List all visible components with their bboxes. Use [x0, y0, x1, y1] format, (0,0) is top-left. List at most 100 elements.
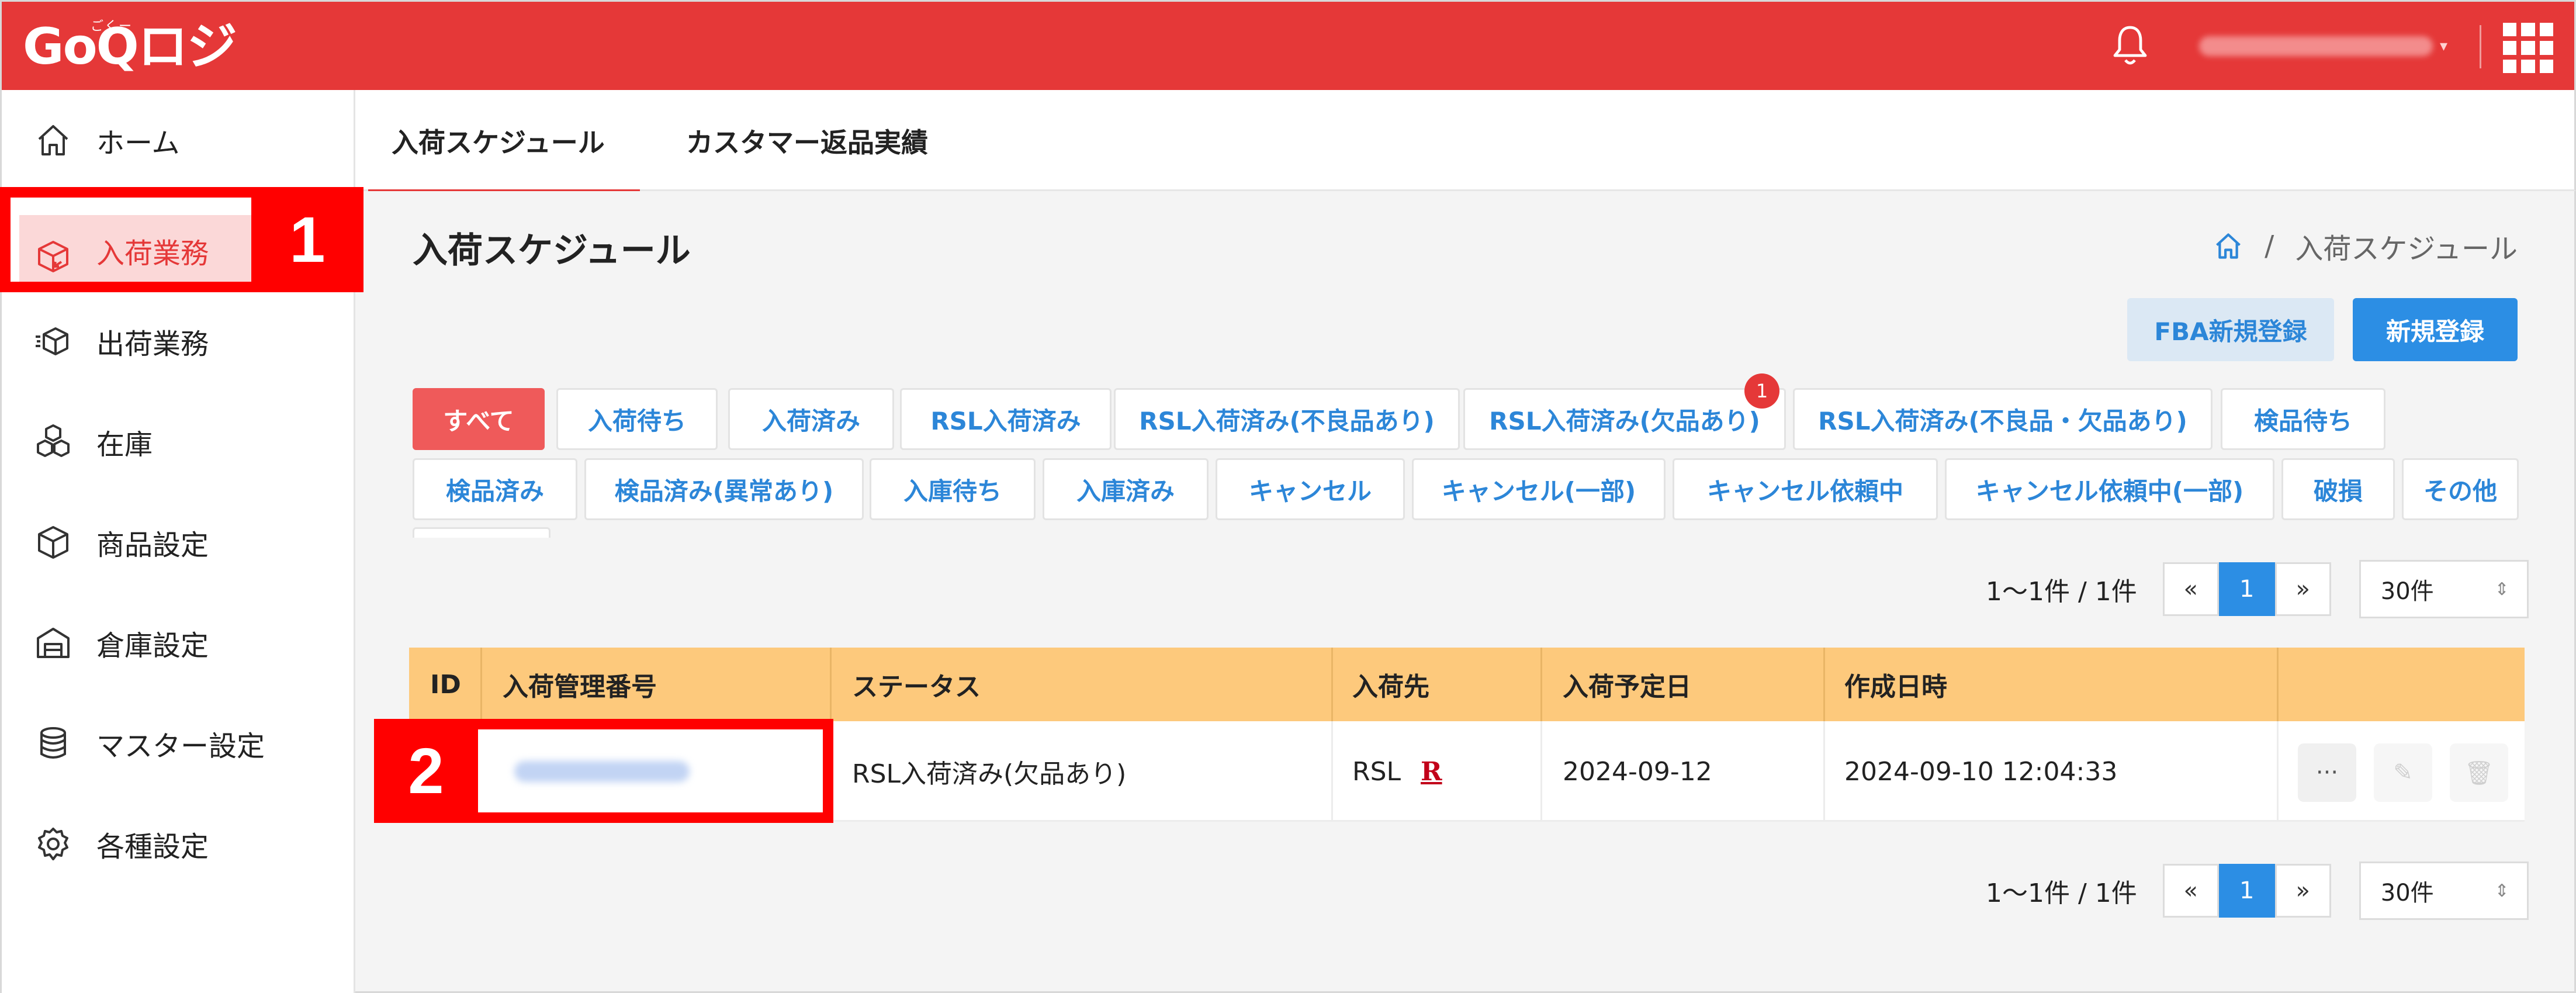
more-actions-button[interactable]: ···: [2298, 743, 2356, 802]
updown-icon: ⇕: [2494, 579, 2509, 600]
prev-page-button[interactable]: «: [2162, 864, 2219, 918]
filter-all[interactable]: すべて: [413, 388, 545, 450]
bell-icon[interactable]: [2111, 24, 2149, 68]
sidebar-item-label: マスター設定: [96, 730, 265, 763]
prev-page-button[interactable]: «: [2162, 562, 2219, 616]
sidebar-item-stock[interactable]: 在庫: [2, 392, 355, 492]
col-id: ID: [430, 669, 461, 700]
trash-icon[interactable]: 🗑: [2450, 743, 2508, 802]
per-page-value: 30件: [2380, 880, 2434, 906]
sidebar-item-outbound[interactable]: 出荷業務: [2, 291, 355, 392]
next-page-button[interactable]: »: [2274, 562, 2331, 616]
callout-number-1: 1: [251, 187, 363, 292]
page-title: 入荷スケジュール: [413, 230, 691, 271]
user-menu[interactable]: ▾: [2199, 32, 2456, 60]
status-cell: RSL入荷済み(欠品あり): [852, 759, 1127, 789]
cell-sep: [1540, 721, 1542, 822]
col-sep: [1823, 648, 1825, 721]
goq-logo[interactable]: ごくー GoQロジ: [23, 15, 237, 79]
per-page-select[interactable]: 30件 ⇕: [2359, 861, 2529, 920]
col-sep: [2277, 648, 2279, 721]
outbound-box-icon: [36, 327, 68, 355]
sidebar-item-warehouse-settings[interactable]: 倉庫設定: [2, 593, 355, 693]
per-page-select[interactable]: 30件 ⇕: [2359, 560, 2529, 618]
filter-awaiting-arrival[interactable]: 入荷待ち: [556, 388, 718, 450]
page-1-button[interactable]: 1: [2218, 864, 2275, 918]
grid-apps-icon[interactable]: [2503, 23, 2553, 73]
user-name-blurred: [2199, 36, 2433, 56]
count-badge: 1: [1744, 373, 1779, 409]
sidebar-item-label: ホーム: [96, 127, 180, 160]
home-icon: [38, 125, 68, 155]
filter-cancel-requested-partial[interactable]: キャンセル依頼中(一部): [1945, 458, 2274, 520]
filter-awaiting-inspection[interactable]: 検品待ち: [2221, 388, 2385, 450]
col-created-at: 作成日時: [1844, 672, 1947, 702]
col-scheduled-date: 入荷予定日: [1563, 672, 1691, 702]
col-sep: [830, 648, 832, 721]
cube-icon: [38, 526, 68, 559]
filter-damaged[interactable]: 破損: [2281, 458, 2395, 520]
filter-inspected[interactable]: 検品済み: [413, 458, 577, 520]
rakuten-logo-icon: R: [1421, 756, 1442, 787]
warehouse-icon: [37, 628, 70, 658]
sidebar-item-label: 各種設定: [96, 831, 209, 863]
updown-icon: ⇕: [2494, 880, 2509, 901]
col-sep: [480, 648, 482, 721]
pagination-bottom: 1〜1件 / 1件 « 1 » 30件 ⇕: [1986, 861, 2529, 920]
destination-cell: RSL R: [1352, 721, 1442, 822]
sidebar-item-home[interactable]: ホーム: [2, 90, 355, 191]
tab-customer-returns[interactable]: カスタマー返品実績: [686, 90, 928, 191]
col-inbound-no: 入荷管理番号: [503, 672, 657, 702]
result-count: 1〜1件 / 1件: [1986, 577, 2137, 607]
filter-cancel-requested[interactable]: キャンセル依頼中: [1673, 458, 1938, 520]
filter-inspected-abnormal[interactable]: 検品済み(異常あり): [584, 458, 864, 520]
header-divider: [2480, 25, 2481, 68]
sidebar-item-master-settings[interactable]: マスター設定: [2, 693, 355, 794]
filter-rsl-missing[interactable]: RSL入荷済み(欠品あり) 1: [1463, 373, 1786, 450]
chevron-down-icon: ▾: [2440, 37, 2448, 55]
sidebar-item-product-settings[interactable]: 商品設定: [2, 492, 355, 593]
new-button[interactable]: 新規登録: [2353, 298, 2518, 361]
filter-other[interactable]: その他: [2402, 458, 2519, 520]
next-page-button[interactable]: »: [2274, 864, 2331, 918]
col-destination: 入荷先: [1352, 672, 1429, 702]
scheduled-date-cell: 2024-09-12: [1563, 756, 1712, 787]
breadcrumb: / 入荷スケジュール: [2213, 226, 2518, 267]
filter-arrived[interactable]: 入荷済み: [728, 388, 894, 450]
page-tabs: 入荷スケジュール カスタマー返品実績: [355, 90, 2576, 193]
filter-rsl-arrived[interactable]: RSL入荷済み: [900, 388, 1112, 450]
cell-sep: [2277, 721, 2279, 822]
filter-rsl-defective-missing[interactable]: RSL入荷済み(不良品・欠品あり): [1793, 388, 2213, 450]
stock-cubes-icon: [37, 424, 70, 457]
filter-awaiting-storage[interactable]: 入庫待ち: [870, 458, 1036, 520]
filter-label: RSL入荷済み(欠品あり): [1489, 406, 1760, 435]
logo-ruby: ごくー: [91, 19, 133, 34]
table-header: ID 入荷管理番号 ステータス 入荷先 入荷予定日 作成日時: [409, 648, 2525, 721]
page-1-button[interactable]: 1: [2218, 562, 2275, 616]
sidebar-item-label: 倉庫設定: [96, 629, 209, 662]
home-icon[interactable]: [2213, 231, 2243, 261]
result-count: 1〜1件 / 1件: [1986, 878, 2137, 908]
cell-sep: [1331, 721, 1333, 822]
tab-inbound-schedule[interactable]: 入荷スケジュール: [368, 90, 640, 193]
sidebar-item-label: 商品設定: [96, 529, 209, 562]
sidebar-item-label: 出荷業務: [96, 328, 209, 361]
gear-icon: [38, 828, 68, 860]
col-sep: [1331, 648, 1333, 721]
cell-sep: [1823, 721, 1825, 822]
created-at-cell: 2024-09-10 12:04:33: [1844, 756, 2118, 787]
pencil-icon[interactable]: ✎: [2374, 743, 2432, 802]
filter-stored[interactable]: 入庫済み: [1043, 458, 1209, 520]
pagination-top: 1〜1件 / 1件 « 1 » 30件 ⇕: [1986, 560, 2529, 618]
top-header: ごくー GoQロジ ▾: [0, 0, 2576, 90]
filter-rsl-defective[interactable]: RSL入荷済み(不良品あり): [1114, 388, 1460, 450]
filter-overflow-chip[interactable]: [413, 527, 550, 538]
sidebar-item-misc-settings[interactable]: 各種設定: [2, 794, 355, 894]
breadcrumb-separator: /: [2265, 230, 2274, 262]
destination-text: RSL: [1352, 756, 1401, 787]
filter-cancel[interactable]: キャンセル: [1216, 458, 1405, 520]
breadcrumb-current: 入荷スケジュール: [2295, 233, 2518, 265]
callout-number-2: 2: [374, 719, 478, 823]
filter-cancel-partial[interactable]: キャンセル(一部): [1412, 458, 1666, 520]
fba-new-button[interactable]: FBA新規登録: [2127, 298, 2334, 361]
